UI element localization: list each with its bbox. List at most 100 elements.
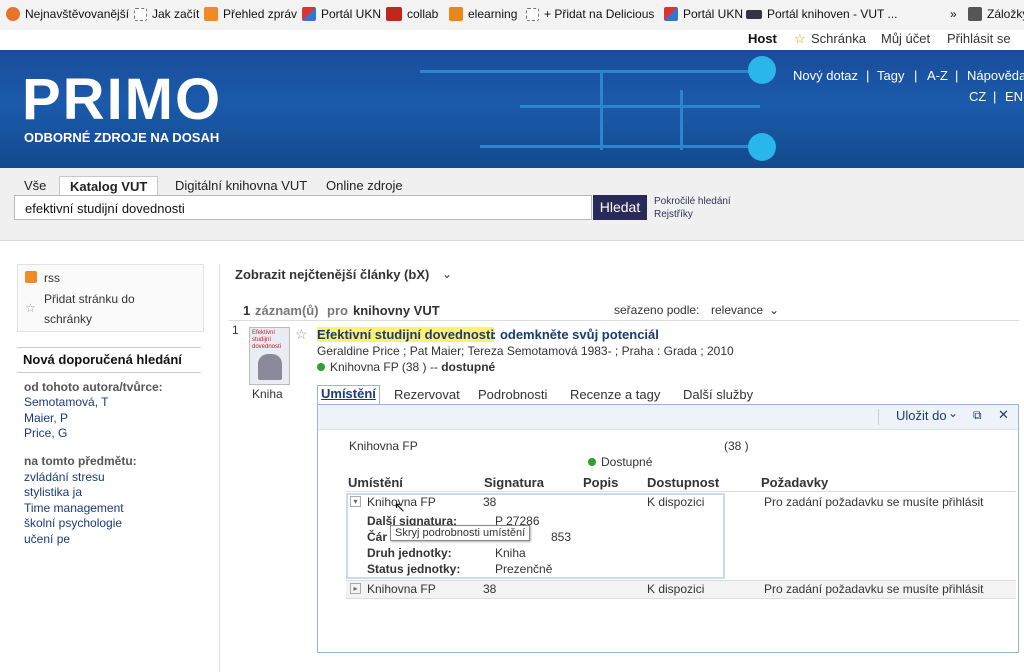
author-link[interactable]: Price, G bbox=[24, 426, 67, 440]
add-to-basket-link[interactable]: Přidat stránku do bbox=[44, 292, 135, 306]
expand-row-icon[interactable]: ▸ bbox=[350, 583, 361, 594]
nav-divider: | bbox=[955, 68, 959, 83]
row-location-link[interactable]: Knihovna FP bbox=[367, 582, 436, 596]
detail-value: 853 bbox=[551, 530, 572, 544]
nav-divider: | bbox=[866, 68, 870, 83]
my-account-link[interactable]: Můj účet bbox=[881, 31, 930, 46]
record-title-highlight[interactable]: Efektivní studijní dovednosti bbox=[317, 327, 494, 342]
location-panel: Uložit do ⌄ ⧉ ✕ Knihovna FP (38 ) Dostup… bbox=[317, 404, 1019, 653]
bookmark-item[interactable]: + Přidat na Delicious bbox=[526, 7, 654, 21]
subject-link[interactable]: učení pe bbox=[24, 532, 70, 546]
detail-value: Kniha bbox=[495, 546, 526, 560]
col-header-description: Popis bbox=[583, 475, 619, 490]
bookmarks-overflow[interactable]: » bbox=[950, 7, 957, 21]
primo-subtitle: ODBORNÉ ZDROJE NA DOSAH bbox=[24, 130, 220, 145]
host-label: Host bbox=[748, 31, 777, 46]
result-number: 1 bbox=[232, 323, 239, 337]
tab-digital-library[interactable]: Digitální knihovna VUT bbox=[175, 178, 307, 193]
vut-icon bbox=[746, 9, 762, 19]
bookmark-item[interactable]: Portál knihoven - VUT ... bbox=[746, 7, 898, 21]
lang-cz-link[interactable]: CZ bbox=[969, 89, 986, 104]
advanced-search-link[interactable]: Pokročilé hledání bbox=[654, 196, 731, 207]
row-availability: K dispozici bbox=[647, 582, 705, 596]
tooltip: Skryj podrobnosti umístění bbox=[390, 525, 531, 541]
col-header-requests: Požadavky bbox=[761, 475, 829, 490]
sort-select[interactable]: relevance bbox=[711, 303, 763, 317]
chevron-down-icon[interactable]: ⌄ bbox=[442, 267, 452, 281]
result-count-label: záznam(ů) bbox=[255, 303, 319, 318]
row-request: Pro zadání požadavku se musíte přihlásit bbox=[764, 582, 984, 596]
book-cover[interactable]: Efektivní studijní dovednosti bbox=[249, 327, 290, 385]
result-scope: knihovny VUT bbox=[353, 303, 440, 318]
collapse-row-icon[interactable]: ▾ bbox=[350, 496, 361, 507]
subject-link[interactable]: zvládání stresu bbox=[24, 470, 105, 484]
star-icon[interactable]: ☆ bbox=[295, 326, 308, 343]
rss-link[interactable]: rss bbox=[44, 271, 60, 285]
divider bbox=[878, 409, 879, 425]
tab-reserve[interactable]: Rezervovat bbox=[394, 387, 460, 402]
row-signature: 38 bbox=[483, 582, 497, 596]
page-icon bbox=[134, 7, 147, 21]
availability-count: (38 ) bbox=[401, 360, 427, 374]
add-to-basket-link-2[interactable]: schránky bbox=[44, 312, 92, 326]
tab-reviews[interactable]: Recenze a tagy bbox=[570, 387, 660, 402]
bookmark-item[interactable]: Portál UKN bbox=[302, 7, 381, 21]
tab-location[interactable]: Umístění bbox=[317, 385, 380, 405]
close-icon[interactable]: ✕ bbox=[998, 407, 1009, 423]
tab-all[interactable]: Vše bbox=[24, 178, 46, 193]
registry-link[interactable]: Rejstříky bbox=[654, 209, 693, 220]
bookmark-item[interactable]: Portál UKN bbox=[664, 7, 743, 21]
row-request: Pro zadání požadavku se musíte přihlásit bbox=[764, 495, 984, 509]
new-query-link[interactable]: Nový dotaz bbox=[793, 68, 858, 83]
available-dot bbox=[588, 458, 596, 466]
bookmark-item[interactable]: Jak začít bbox=[134, 7, 199, 21]
az-link[interactable]: A-Z bbox=[927, 68, 948, 83]
tab-more-services[interactable]: Další služby bbox=[683, 387, 753, 402]
save-to-dropdown[interactable]: Uložit do bbox=[896, 408, 947, 423]
search-input[interactable]: efektivní studijní dovednosti bbox=[14, 195, 592, 220]
schranka-link[interactable]: Schránka bbox=[811, 31, 866, 46]
subject-link[interactable]: Time management bbox=[24, 501, 124, 515]
decor-line bbox=[480, 145, 760, 148]
row-availability: K dispozici bbox=[647, 495, 705, 509]
chevron-down-icon[interactable]: ⌄ bbox=[948, 406, 958, 420]
firefox-icon bbox=[6, 7, 20, 21]
results-main: Zobrazit nejčtenější články (bX) ⌄ 1 záz… bbox=[229, 240, 1024, 672]
login-link[interactable]: Přihlásit se bbox=[947, 31, 1011, 46]
tab-katalog-vut[interactable]: Katalog VUT bbox=[59, 176, 159, 197]
tab-online-sources[interactable]: Online zdroje bbox=[326, 178, 403, 193]
primo-banner: PRIMO ODBORNÉ ZDROJE NA DOSAH Nový dotaz… bbox=[0, 50, 1024, 168]
help-link[interactable]: Nápověda bbox=[967, 68, 1024, 83]
bookmark-item[interactable]: Záložky bbox=[968, 7, 1024, 21]
sort-label: seřazeno podle: bbox=[614, 303, 700, 317]
popout-icon[interactable]: ⧉ bbox=[973, 408, 982, 423]
bookmark-item[interactable]: elearning bbox=[449, 7, 517, 21]
search-button[interactable]: Hledat bbox=[593, 195, 647, 220]
subject-link[interactable]: školní psychologie bbox=[24, 516, 122, 530]
record-title-rest[interactable]: : odemkněte svůj potenciál bbox=[492, 327, 659, 342]
newest-articles-link[interactable]: Zobrazit nejčtenější články (bX) bbox=[235, 267, 429, 282]
oc-icon bbox=[386, 7, 402, 21]
chevron-down-icon[interactable]: ⌄ bbox=[769, 303, 779, 317]
detail-label: Čár bbox=[367, 530, 388, 544]
col-header-location: Umístění bbox=[348, 475, 403, 490]
puzzle-icon bbox=[302, 7, 316, 21]
availability-line: Knihovna FP (38 ) -- dostupné bbox=[317, 360, 495, 374]
divider bbox=[229, 320, 1019, 321]
bookmark-item[interactable]: Nejnavštěvovanější bbox=[6, 7, 129, 21]
bookmark-item[interactable]: Přehled zpráv bbox=[204, 7, 297, 21]
tags-link[interactable]: Tagy bbox=[877, 68, 904, 83]
recommended-heading-text: Nová doporučená hledání bbox=[23, 352, 182, 367]
row-signature: 38 bbox=[483, 495, 497, 509]
lang-en-link[interactable]: EN bbox=[1005, 89, 1023, 104]
subject-link[interactable]: stylistika ja bbox=[24, 485, 82, 499]
availability-library: Knihovna FP bbox=[330, 360, 399, 374]
tab-details[interactable]: Podrobnosti bbox=[478, 387, 547, 402]
bookmark-item[interactable]: collab bbox=[386, 7, 438, 21]
record-authors: Geraldine Price ; Pat Maier; Tereza Semo… bbox=[317, 344, 734, 358]
author-link[interactable]: Semotamová, T bbox=[24, 395, 108, 409]
bookmarks-icon bbox=[968, 7, 982, 21]
decor-circle bbox=[748, 133, 776, 161]
detail-label: Druh jednotky: bbox=[367, 546, 452, 560]
author-link[interactable]: Maier, P bbox=[24, 411, 68, 425]
